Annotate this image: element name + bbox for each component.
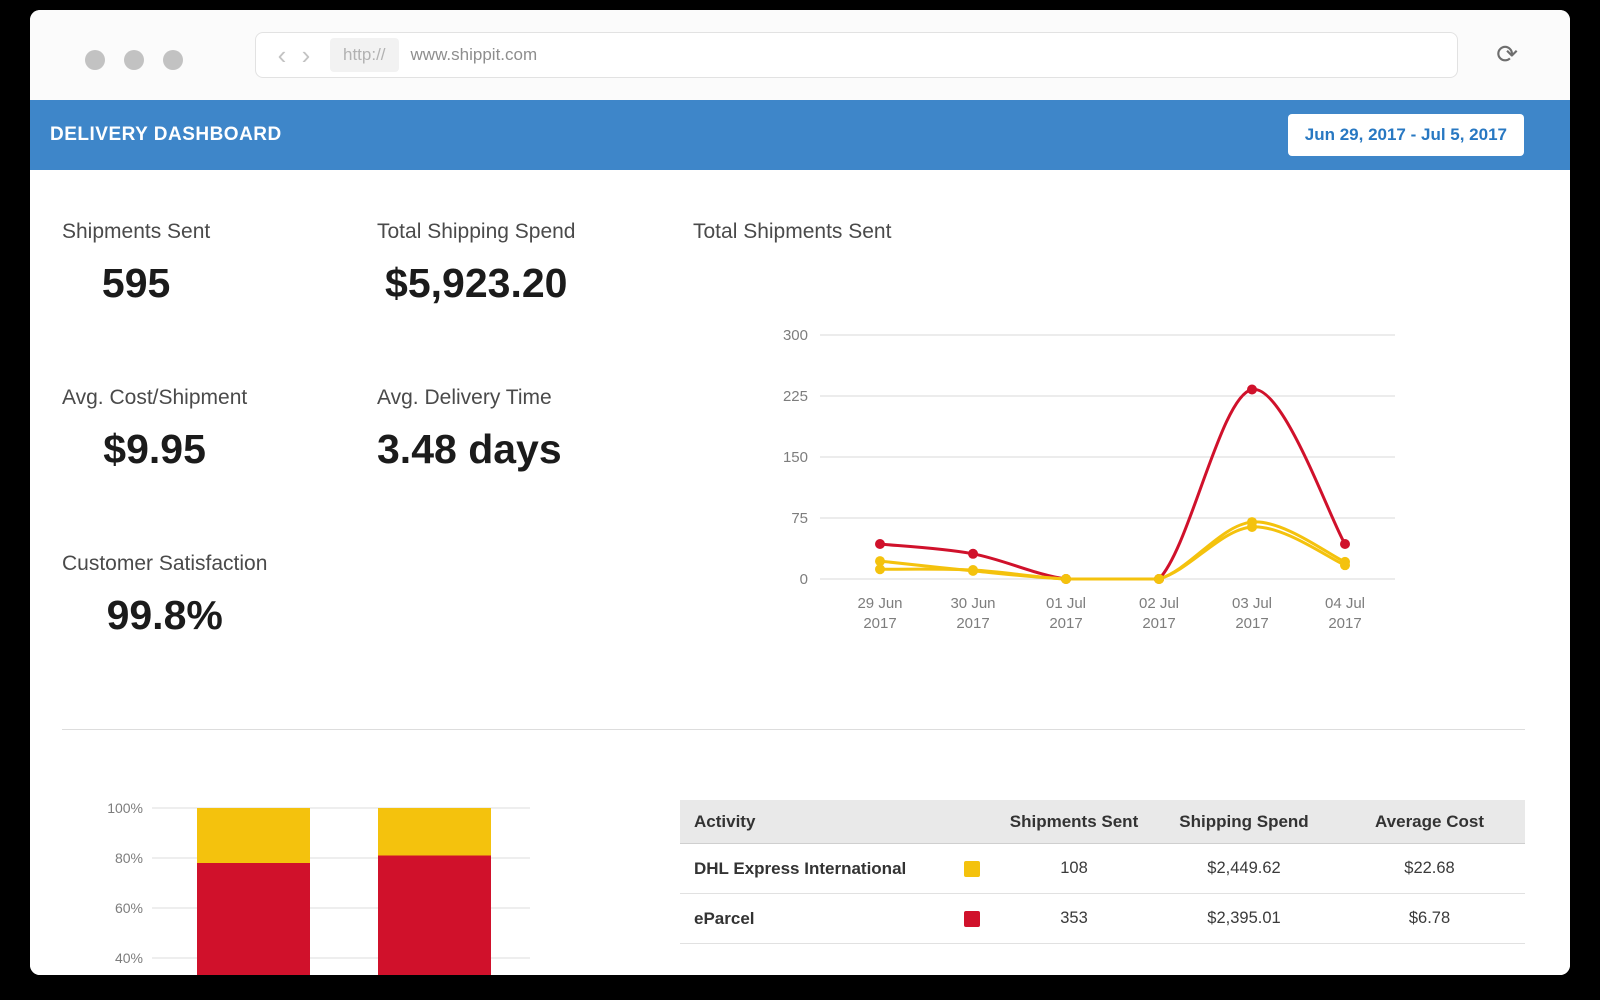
- forward-icon[interactable]: ›: [294, 33, 318, 77]
- y-axis-tick-label: 80%: [115, 850, 143, 866]
- window-controls: [85, 50, 183, 70]
- table-row: eParcel 353$2,395.01$6.78: [680, 894, 1525, 944]
- section-divider: [62, 729, 1525, 730]
- activity-name-cell: eParcel: [680, 909, 950, 929]
- x-axis-tick-label: 01 Jul2017: [1046, 595, 1086, 632]
- y-axis-tick-label: 225: [783, 388, 808, 405]
- browser-window: ‹ › http:// www.shippit.com ⟳ DELIVERY D…: [30, 10, 1570, 975]
- data-point-marker: [875, 564, 885, 574]
- column-header-shipments-sent: Shipments Sent: [994, 812, 1154, 832]
- data-point-marker: [1154, 574, 1164, 584]
- stat-label: Avg. Delivery Time: [377, 386, 562, 410]
- stat-label: Avg. Cost/Shipment: [62, 386, 247, 410]
- stat-value: 595: [62, 260, 210, 307]
- stat-total-shipping-spend: Total Shipping Spend $5,923.20: [377, 220, 576, 307]
- url-text: www.shippit.com: [411, 45, 538, 65]
- stat-shipments-sent: Shipments Sent 595: [62, 220, 210, 307]
- refresh-icon[interactable]: ⟳: [1496, 40, 1518, 68]
- y-axis-tick-label: 100%: [107, 800, 143, 816]
- address-bar[interactable]: ‹ › http:// www.shippit.com: [255, 32, 1458, 78]
- page-title: DELIVERY DASHBOARD: [50, 124, 282, 146]
- shipments-sent-cell: 353: [994, 909, 1154, 928]
- data-point-marker: [1247, 384, 1257, 394]
- shipping-spend-cell: $2,449.62: [1154, 859, 1334, 878]
- date-range-button[interactable]: Jun 29, 2017 - Jul 5, 2017: [1288, 114, 1524, 156]
- line-chart-svg: 0 75 150 225 300 29 Jun2017 30 Jun2017 01 Jul20…: [755, 315, 1415, 650]
- data-point-marker: [1061, 574, 1071, 584]
- column-header-shipping-spend: Shipping Spend: [1154, 812, 1334, 832]
- y-axis-tick-label: 150: [783, 449, 808, 466]
- back-icon[interactable]: ‹: [270, 33, 294, 77]
- activity-table-body: DHL Express International 108$2,449.62$22…: [680, 844, 1525, 944]
- bar-segment: [378, 808, 491, 856]
- bar-segment: [378, 856, 491, 976]
- series-swatch-cell: [950, 861, 994, 877]
- series-color-swatch: [964, 861, 980, 877]
- activity-name-cell: DHL Express International: [680, 859, 950, 879]
- screen-background: ‹ › http:// www.shippit.com ⟳ DELIVERY D…: [0, 0, 1600, 1000]
- x-axis-tick-label: 02 Jul2017: [1139, 595, 1179, 632]
- bar-segment: [197, 808, 310, 863]
- shipments-sent-cell: 108: [994, 859, 1154, 878]
- dashboard-content: Shipments Sent 595 Total Shipping Spend …: [30, 170, 1570, 975]
- column-header-average-cost: Average Cost: [1334, 812, 1525, 832]
- average-cost-cell: $6.78: [1334, 909, 1525, 928]
- average-cost-cell: $22.68: [1334, 859, 1525, 878]
- stat-avg-cost-per-shipment: Avg. Cost/Shipment $9.95: [62, 386, 247, 473]
- x-axis-tick-label: 29 Jun2017: [857, 595, 902, 632]
- y-axis-tick-label: 75: [791, 510, 808, 527]
- data-point-marker: [968, 549, 978, 559]
- window-control-dot[interactable]: [85, 50, 105, 70]
- line-chart-title: Total Shipments Sent: [693, 220, 891, 244]
- data-point-marker: [1340, 560, 1350, 570]
- y-axis-tick-label: 0: [800, 571, 808, 588]
- dashboard-header: DELIVERY DASHBOARD Jun 29, 2017 - Jul 5,…: [30, 100, 1570, 170]
- activity-table: Activity Shipments Sent Shipping Spend A…: [680, 800, 1525, 944]
- x-axis-tick-label: 04 Jul2017: [1325, 595, 1365, 632]
- data-point-marker: [875, 539, 885, 549]
- y-axis-tick-label: 60%: [115, 900, 143, 916]
- stat-customer-satisfaction: Customer Satisfaction 99.8%: [62, 552, 267, 639]
- window-control-dot[interactable]: [124, 50, 144, 70]
- x-axis-tick-label: 30 Jun2017: [950, 595, 995, 632]
- series-color-swatch: [964, 911, 980, 927]
- column-header-activity: Activity: [680, 812, 950, 832]
- stat-label: Shipments Sent: [62, 220, 210, 244]
- data-point-marker: [968, 565, 978, 575]
- bar-segment: [197, 863, 310, 975]
- stat-label: Total Shipping Spend: [377, 220, 576, 244]
- bar-chart-svg: 100% 80% 60% 40%: [95, 790, 545, 975]
- stat-value: $5,923.20: [377, 260, 576, 307]
- x-axis-tick-label: 03 Jul2017: [1232, 595, 1272, 632]
- browser-chrome: ‹ › http:// www.shippit.com ⟳: [30, 10, 1570, 100]
- data-point-marker: [1247, 522, 1257, 532]
- y-axis-tick-label: 300: [783, 327, 808, 344]
- stat-avg-delivery-time: Avg. Delivery Time 3.48 days: [377, 386, 562, 473]
- url-scheme: http://: [330, 38, 399, 72]
- shipping-spend-cell: $2,395.01: [1154, 909, 1334, 928]
- stat-label: Customer Satisfaction: [62, 552, 267, 576]
- table-header-row: Activity Shipments Sent Shipping Spend A…: [680, 800, 1525, 844]
- window-control-dot[interactable]: [163, 50, 183, 70]
- stat-value: $9.95: [62, 426, 247, 473]
- table-row: DHL Express International 108$2,449.62$22…: [680, 844, 1525, 894]
- shipments-line-chart: 0 75 150 225 300 29 Jun2017 30 Jun2017 01 Jul20…: [755, 315, 1415, 650]
- series-line: [880, 527, 1345, 579]
- data-point-marker: [1340, 539, 1350, 549]
- stat-value: 99.8%: [62, 592, 267, 639]
- stat-value: 3.48 days: [377, 426, 562, 473]
- series-swatch-cell: [950, 911, 994, 927]
- series-line: [880, 389, 1345, 579]
- carrier-share-bar-chart: 100% 80% 60% 40%: [95, 790, 545, 975]
- y-axis-tick-label: 40%: [115, 950, 143, 966]
